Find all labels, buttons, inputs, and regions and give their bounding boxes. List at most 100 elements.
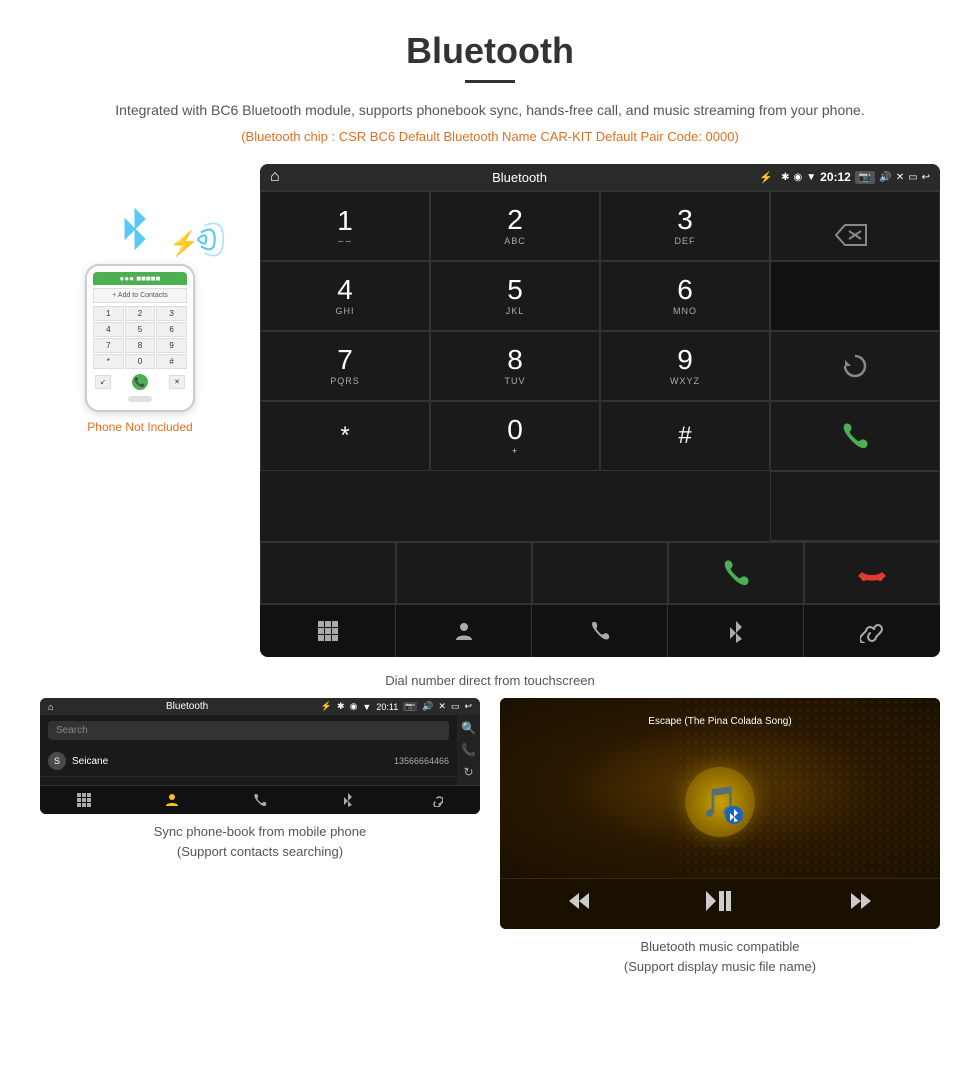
small-phone-button[interactable]: [216, 792, 304, 808]
dial-key-hash[interactable]: #: [600, 401, 770, 471]
contact-name: Seicane: [72, 756, 394, 767]
phone-wrapper: ⚡ ●●● ■■■■■ + Add to Contacts 123 456 78…: [85, 204, 195, 412]
page-specs: (Bluetooth chip : CSR BC6 Default Blueto…: [40, 129, 940, 144]
dial-key-call-red[interactable]: [770, 471, 940, 541]
phonebook-bt-icon: ✱: [337, 701, 345, 712]
backspace-icon: [835, 224, 867, 246]
dial-key-call-green[interactable]: [770, 401, 940, 471]
phonebook-search-placeholder: Search: [56, 725, 88, 736]
call-red-button[interactable]: [804, 542, 940, 604]
dial-key-4[interactable]: 4 GHI: [260, 261, 430, 331]
music-album-art: 🎵: [685, 767, 755, 837]
dial-key-3[interactable]: 3 DEF: [600, 191, 770, 261]
contact-row[interactable]: S Seicane 13566664466: [40, 746, 457, 777]
phonebook-wifi-icon: ▼: [362, 702, 371, 712]
phonebook-screen-icon: ▭: [451, 701, 460, 712]
phonebook-main: Search S Seicane 13566664466: [40, 715, 457, 785]
phone-dialpad-mini: 123 456 789 *0#: [93, 306, 187, 369]
phonebook-title: Bluetooth: [58, 701, 315, 712]
small-grid-icon: [77, 793, 91, 807]
dial-key-6[interactable]: 6 MNO: [600, 261, 770, 331]
small-link-button[interactable]: [392, 792, 480, 808]
phone-top-bar: ●●● ■■■■■: [93, 272, 187, 285]
location-icon: ◉: [794, 172, 803, 183]
bottom-contacts-button[interactable]: [396, 605, 532, 657]
phonebook-body: Search S Seicane 13566664466 🔍 📞 ↻: [40, 715, 480, 785]
phonebook-caption-line1: Sync phone-book from mobile phone: [154, 824, 366, 839]
phonebook-caption: Sync phone-book from mobile phone (Suppo…: [154, 822, 366, 861]
next-icon: [849, 889, 873, 913]
small-person-icon: [165, 793, 179, 807]
phone-not-included-label: Phone Not Included: [87, 420, 192, 434]
small-link-icon: [429, 793, 443, 807]
phonebook-loc-icon: ◉: [350, 701, 358, 712]
small-bluetooth-button[interactable]: [304, 792, 392, 808]
phonebook-screenshot-item: ⌂ Bluetooth ⚡ ✱ ◉ ▼ 20:11 📷 🔊 ✕ ▭ ↩ Sear…: [40, 698, 480, 976]
green-call-icon: [720, 557, 752, 589]
volume-icon: 🔊: [879, 172, 891, 183]
phonebook-bottom-bar: [40, 785, 480, 814]
small-grid-button[interactable]: [40, 792, 128, 808]
bt-overlay-icon: [725, 806, 743, 824]
dial-key-backspace[interactable]: [770, 191, 940, 261]
bottom-bluetooth-button[interactable]: [668, 605, 804, 657]
bottom-phone-button[interactable]: [532, 605, 668, 657]
bluetooth-signal-icon: ⚡: [165, 214, 225, 264]
back-icon: ↩: [922, 172, 930, 183]
small-person-button[interactable]: [128, 792, 216, 808]
phonebook-vol-icon: 🔊: [422, 701, 433, 712]
phonebook-usb-icon: ⚡: [321, 701, 332, 712]
music-controls: [500, 878, 940, 929]
call-side-icon[interactable]: 📞: [461, 743, 476, 757]
refresh-icon: [841, 352, 869, 380]
music-bg: Escape (The Pina Colada Song) 🎵: [500, 698, 940, 878]
phone-home-button: [128, 396, 152, 402]
phonebook-close-icon: ✕: [438, 701, 446, 712]
call-green-button[interactable]: [668, 542, 804, 604]
next-button[interactable]: [849, 889, 873, 919]
svg-text:⚡: ⚡: [169, 230, 199, 258]
dial-key-empty-r2: [770, 261, 940, 331]
prev-button[interactable]: [567, 889, 591, 919]
dialpad-screen: ⌂ Bluetooth ⚡ ✱ ◉ ▼ 20:12 📷 🔊 ✕ ▭ ↩ 1 ∽∽: [260, 164, 940, 657]
phonebook-search-bar[interactable]: Search: [48, 721, 449, 740]
bottom-dialpad-button[interactable]: [260, 605, 396, 657]
search-side-icon[interactable]: 🔍: [461, 721, 476, 735]
screenshots-row: ⌂ Bluetooth ⚡ ✱ ◉ ▼ 20:11 📷 🔊 ✕ ▭ ↩ Sear…: [40, 698, 940, 976]
phonebook-side-icons: 🔍 📞 ↻: [457, 715, 480, 785]
phone-bottom-row: ↙ 📞 ✕: [93, 372, 187, 392]
dial-key-0[interactable]: 0 +: [430, 401, 600, 471]
dial-key-5[interactable]: 5 JKL: [430, 261, 600, 331]
dial-caption: Dial number direct from touchscreen: [40, 673, 940, 688]
dial-key-star[interactable]: *: [260, 401, 430, 471]
play-pause-icon: [706, 889, 734, 913]
phone-add-contact: + Add to Contacts: [93, 288, 187, 303]
dial-key-8[interactable]: 8 TUV: [430, 331, 600, 401]
call-green-icon: [839, 420, 871, 452]
dial-key-2[interactable]: 2 ABC: [430, 191, 600, 261]
close-icon: ✕: [896, 172, 904, 183]
phonebook-status-bar: ⌂ Bluetooth ⚡ ✱ ◉ ▼ 20:11 📷 🔊 ✕ ▭ ↩: [40, 698, 480, 715]
dial-key-9[interactable]: 9 WXYZ: [600, 331, 770, 401]
phonebook-home-icon: ⌂: [48, 702, 53, 712]
home-icon: ⌂: [270, 168, 280, 186]
screen-title: Bluetooth: [288, 170, 752, 185]
dial-key-7[interactable]: 7 PQRS: [260, 331, 430, 401]
phonebook-camera-icon: 📷: [403, 702, 417, 711]
bottom-link-button[interactable]: [804, 605, 940, 657]
dialpad-grid: 1 ∽∽ 2 ABC 3 DEF 4 GHI: [260, 190, 940, 541]
phonebook-back-icon: ↩: [464, 701, 472, 712]
bluetooth-bottom-icon: [727, 619, 745, 643]
song-title: Escape (The Pina Colada Song): [638, 716, 801, 727]
dial-key-1[interactable]: 1 ∽∽: [260, 191, 430, 261]
contact-letter: S: [48, 752, 66, 770]
small-bluetooth-icon: [343, 792, 353, 808]
dialpad-status-bar: ⌂ Bluetooth ⚡ ✱ ◉ ▼ 20:12 📷 🔊 ✕ ▭ ↩: [260, 164, 940, 190]
play-pause-button[interactable]: [706, 889, 734, 919]
refresh-side-icon[interactable]: ↻: [463, 765, 473, 779]
phone-section: ⚡ ●●● ■■■■■ + Add to Contacts 123 456 78…: [40, 164, 240, 434]
music-screenshot-item: ⌂ A2DP ⚡ ✱ ◉ ▼ 20:15 📷 🔊 ✕ ▭ ↩ Escape (T…: [500, 698, 940, 976]
phonebook-time: 20:11: [376, 702, 398, 712]
phone-mockup: ●●● ■■■■■ + Add to Contacts 123 456 789 …: [85, 264, 195, 412]
dial-key-refresh[interactable]: [770, 331, 940, 401]
